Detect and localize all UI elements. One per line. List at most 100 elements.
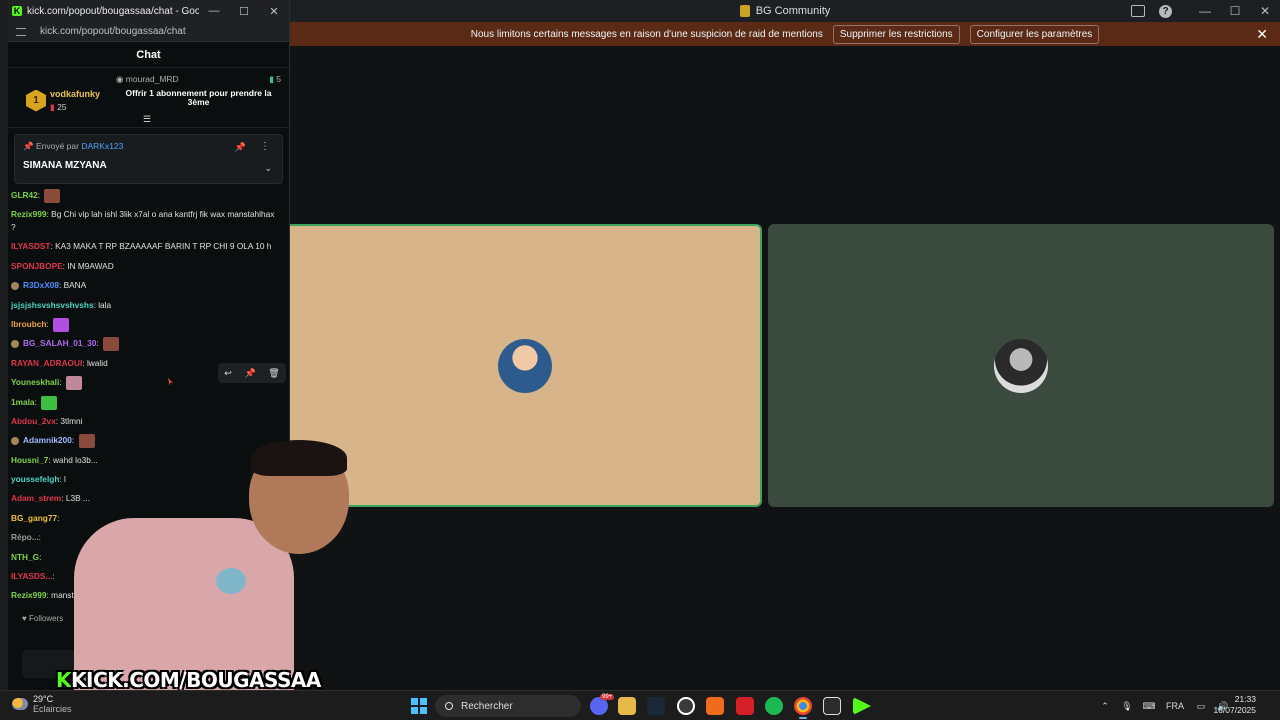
top-gifter-name[interactable]: vodkafunky: [50, 89, 100, 99]
server-title: BG Community: [755, 5, 831, 17]
help-icon[interactable]: ?: [1159, 4, 1172, 18]
app-icon[interactable]: [823, 697, 841, 715]
chat-message[interactable]: R3DxX08: BANA: [11, 276, 281, 295]
app-icon[interactable]: [736, 697, 754, 715]
chat-username[interactable]: Répo...: [11, 532, 39, 542]
discord-badge: 99+: [600, 694, 615, 700]
microphone-icon[interactable]: 🎙: [1116, 701, 1138, 712]
chat-username[interactable]: Youneskhali: [11, 377, 59, 387]
kick-url-overlay: KKICK.COM/BOUGASSAA: [56, 668, 321, 692]
chat-text: IN M9AWAD: [67, 260, 114, 271]
banner-text: Nous limitons certains messages en raiso…: [470, 28, 823, 40]
chat-text: Bg Chi vip lah ishl 3lik x7al o ana kant…: [11, 209, 275, 233]
weather-temp: 29°C: [33, 694, 54, 704]
close-button[interactable]: ✕: [1250, 4, 1280, 18]
pin-icon[interactable]: 📌: [235, 142, 246, 153]
weather-icon: [12, 698, 28, 710]
chat-username[interactable]: youssefelgh: [11, 474, 59, 484]
pinned-author[interactable]: DARKx123: [81, 141, 123, 151]
chat-username[interactable]: jsjsjshsvshsvshvshs: [11, 300, 94, 310]
weather-widget[interactable]: 29°C Eclaircies: [12, 694, 72, 714]
popup-maximize-button[interactable]: ☐: [229, 5, 259, 18]
chat-message[interactable]: SPONJBOPE: IN M9AWAD: [11, 257, 281, 276]
kick-app-icon[interactable]: [853, 697, 871, 715]
pinned-message[interactable]: 📌 Envoyé par DARKx123 SIMANA MZYANA 📌 ⋮ …: [14, 134, 283, 184]
address-bar[interactable]: kick.com/popout/bougassaa/chat: [8, 22, 289, 42]
remove-restrictions-button[interactable]: Supprimer les restrictions: [832, 24, 960, 44]
start-button-icon[interactable]: [411, 698, 427, 714]
chat-username[interactable]: R3DxX08: [23, 280, 59, 290]
keyboard-icon[interactable]: ⌨: [1138, 701, 1160, 712]
chevron-up-icon[interactable]: ⌃: [1094, 701, 1116, 712]
voice-tile[interactable]: [768, 224, 1274, 507]
popup-close-button[interactable]: ✕: [259, 5, 289, 18]
chat-username[interactable]: NTH_G: [11, 552, 39, 562]
gift-cta[interactable]: Offrir 1 abonnement pour prendre la 3ème: [116, 89, 281, 107]
chat-username[interactable]: Adam_strem: [11, 493, 61, 503]
banner-close-icon[interactable]: ✕: [1256, 26, 1268, 43]
expand-chevron-icon[interactable]: ☰: [143, 114, 151, 125]
popup-titlebar: K kick.com/popout/bougassaa/chat - Googl…: [8, 0, 289, 22]
second-gifter-name[interactable]: mourad_MRD: [126, 74, 179, 84]
chat-username[interactable]: BG_gang77: [11, 513, 57, 523]
app-icon[interactable]: [706, 697, 724, 715]
file-explorer-icon[interactable]: [618, 697, 636, 715]
chat-message[interactable]: lbroubch:: [11, 315, 281, 334]
maximize-button[interactable]: ☐: [1220, 4, 1250, 18]
chat-username[interactable]: Housni_7: [11, 455, 48, 465]
voice-tile-speaking[interactable]: [290, 224, 762, 507]
rank-badge: 1: [26, 89, 46, 112]
second-gifter-count: 5: [276, 74, 281, 84]
server-icon: [739, 5, 750, 17]
chat-username[interactable]: GLR42: [11, 190, 38, 200]
site-settings-icon[interactable]: [16, 27, 26, 36]
chat-message[interactable]: Rezix999: Bg Chi vip lah ishl 3lik x7al …: [11, 205, 281, 237]
clock[interactable]: 21:33 16/07/2025: [1213, 694, 1256, 716]
obs-icon[interactable]: [677, 697, 695, 715]
chat-username[interactable]: lbroubch: [11, 319, 47, 329]
chat-message[interactable]: GLR42:: [11, 186, 281, 205]
chat-username[interactable]: ILYASDS...: [11, 571, 52, 581]
language-indicator[interactable]: FRA: [1160, 701, 1190, 711]
shirt-logo: [216, 568, 246, 594]
inbox-icon[interactable]: [1131, 5, 1145, 17]
pin-icon[interactable]: 📌: [244, 368, 255, 379]
chat-title: Chat: [8, 42, 289, 68]
chat-username[interactable]: Abdou_2vx: [11, 416, 56, 426]
top-gifter-count: 25: [57, 101, 67, 112]
chat-message[interactable]: 1mala:: [11, 393, 281, 412]
chat-text: BANA: [63, 280, 87, 291]
streamer-webcam: [74, 418, 349, 690]
popup-minimize-button[interactable]: —: [199, 5, 229, 17]
chat-username[interactable]: BG_SALAH_01_30: [23, 339, 96, 349]
chat-username[interactable]: Rezix999: [11, 590, 47, 600]
emote-icon: [65, 376, 82, 391]
more-options-icon[interactable]: ⋮: [260, 141, 270, 152]
taskbar-search[interactable]: Rechercher: [435, 695, 581, 717]
chat-text: lala: [98, 299, 112, 310]
search-placeholder: Rechercher: [461, 700, 513, 712]
weather-condition: Eclaircies: [33, 704, 72, 714]
delete-icon[interactable]: 🗑: [268, 368, 279, 379]
kick-logo-icon: K: [12, 6, 22, 16]
network-icon[interactable]: ▭: [1190, 701, 1212, 712]
message-hover-toolbar: ↩ 📌 🗑: [218, 363, 286, 383]
chat-username[interactable]: 1mala: [11, 397, 35, 407]
chat-message[interactable]: ILYASDST: KA3 MAKA T RP BZAAAAAF BARIN T…: [11, 237, 281, 256]
chat-username[interactable]: Rezix999: [11, 209, 47, 219]
chat-message[interactable]: jsjsjshsvshsvshvshs: lala: [11, 296, 281, 315]
emote-icon: [102, 337, 119, 352]
chat-username[interactable]: SPONJBOPE: [11, 261, 63, 271]
chrome-icon[interactable]: [794, 697, 812, 719]
chat-message[interactable]: BG_SALAH_01_30:: [11, 334, 281, 353]
chat-username[interactable]: ILYASDST: [11, 241, 51, 251]
configure-settings-button[interactable]: Configurer les paramètres: [969, 24, 1100, 44]
chat-username[interactable]: RAYAN_ADRAOUI: [11, 358, 82, 368]
chat-username[interactable]: Adamnik200: [23, 435, 72, 445]
reply-icon[interactable]: ↩: [224, 368, 232, 379]
steam-icon[interactable]: [647, 697, 665, 715]
minimize-button[interactable]: —: [1190, 4, 1220, 18]
spotify-icon[interactable]: [765, 697, 783, 715]
gift-leaderboard: 1 vodkafunky ▮ 25 ◉ mourad_MRD ▮ 5 Offri…: [8, 68, 289, 128]
chevron-down-icon[interactable]: ⌄: [264, 163, 272, 174]
